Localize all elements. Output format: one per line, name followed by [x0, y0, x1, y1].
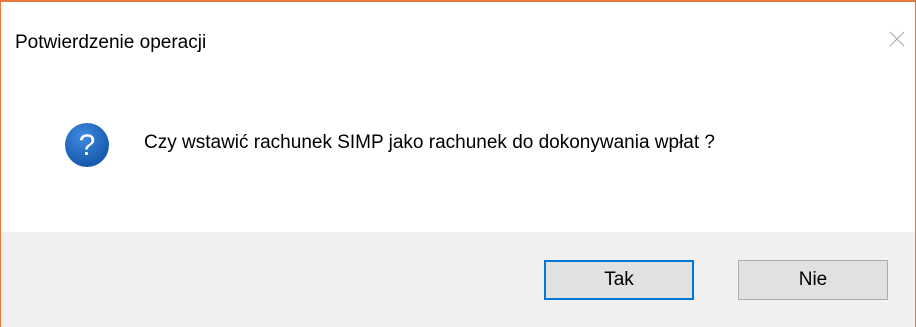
- yes-button-label: Tak: [604, 269, 634, 290]
- no-button[interactable]: Nie: [738, 260, 888, 300]
- yes-button[interactable]: Tak: [544, 260, 694, 300]
- svg-text:?: ?: [79, 129, 96, 162]
- button-bar: Tak Nie: [1, 232, 915, 327]
- dialog-content: ? Czy wstawić rachunek SIMP jako rachune…: [1, 74, 915, 232]
- close-button[interactable]: [879, 18, 915, 58]
- confirmation-dialog: Potwierdzenie operacji ? Czy wstawić rac…: [0, 0, 916, 327]
- no-button-label: Nie: [798, 269, 828, 290]
- question-icon: ?: [65, 123, 109, 167]
- dialog-message: Czy wstawić rachunek SIMP jako rachunek …: [144, 132, 715, 153]
- dialog-title: Potwierdzenie operacji: [15, 32, 207, 53]
- close-icon: [889, 31, 905, 47]
- title-bar[interactable]: Potwierdzenie operacji: [1, 2, 915, 74]
